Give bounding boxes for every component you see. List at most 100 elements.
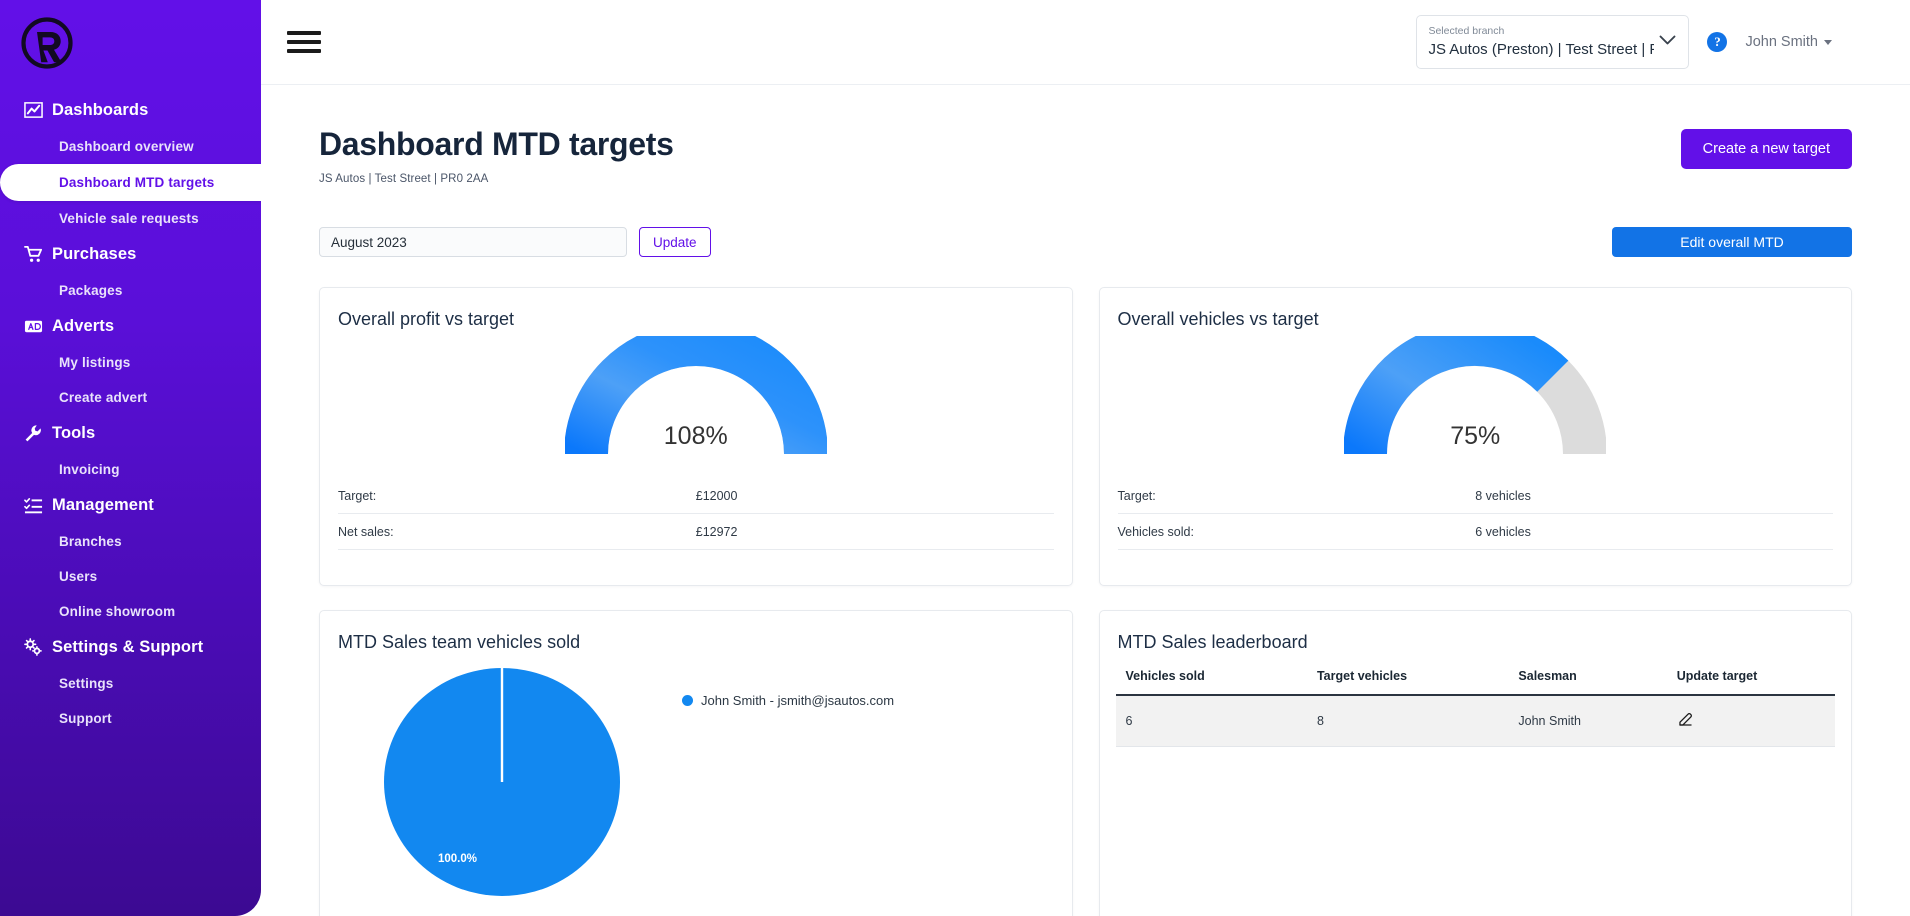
sidebar-group-management: Management bbox=[0, 487, 261, 524]
branch-selector-label: Selected branch bbox=[1428, 25, 1654, 38]
card-title: MTD Sales team vehicles sold bbox=[336, 631, 1056, 653]
branch-selector-value: JS Autos (Preston) | Test Street | PR0 2… bbox=[1428, 40, 1654, 59]
user-menu[interactable]: John Smith bbox=[1745, 34, 1832, 50]
create-target-wrap: Create a new target bbox=[1681, 125, 1852, 169]
sidebar-item-users[interactable]: Users bbox=[0, 559, 261, 594]
leaderboard-table: Vehicles sold Target vehicles Salesman U… bbox=[1116, 669, 1836, 747]
sidebar-item-create-advert[interactable]: Create advert bbox=[0, 380, 261, 415]
leaderboard-body: 6 8 John Smith bbox=[1116, 695, 1836, 747]
hamburger-icon[interactable] bbox=[287, 28, 321, 56]
month-input[interactable] bbox=[319, 227, 627, 257]
page-header: Dashboard MTD targets JS Autos | Test St… bbox=[319, 125, 1852, 185]
sidebar-item-settings[interactable]: Settings bbox=[0, 666, 261, 701]
main-area: Selected branch JS Autos (Preston) | Tes… bbox=[261, 0, 1910, 916]
page-subtitle: JS Autos | Test Street | PR0 2AA bbox=[319, 173, 674, 185]
vehicles-gauge: 75% bbox=[1116, 336, 1836, 462]
sidebar-item-online-showroom[interactable]: Online showroom bbox=[0, 594, 261, 629]
card-row-team: MTD Sales team vehicles sold 100.0% bbox=[319, 610, 1852, 916]
wrench-icon bbox=[24, 424, 43, 443]
profit-gauge-value: 108% bbox=[336, 422, 1056, 451]
sidebar-group-label: Dashboards bbox=[52, 101, 148, 120]
stat-value: 6 vehicles bbox=[1475, 525, 1833, 539]
chevron-down-icon bbox=[1659, 33, 1676, 51]
branch-selector[interactable]: Selected branch JS Autos (Preston) | Tes… bbox=[1416, 15, 1689, 69]
leaderboard-head: Vehicles sold Target vehicles Salesman U… bbox=[1116, 669, 1836, 695]
caret-down-icon bbox=[1824, 40, 1832, 45]
card-sales-leaderboard: MTD Sales leaderboard Vehicles sold Targ… bbox=[1099, 610, 1853, 916]
column-update-target: Update target bbox=[1677, 669, 1835, 695]
pie-slice-label: 100.0% bbox=[438, 853, 477, 865]
sidebar-item-packages[interactable]: Packages bbox=[0, 273, 261, 308]
sidebar-group-tools: Tools bbox=[0, 415, 261, 452]
pie-holder: 100.0% bbox=[352, 657, 652, 907]
gears-icon bbox=[24, 638, 43, 657]
legend-color-dot bbox=[682, 695, 693, 706]
stat-row: Target: £12000 bbox=[338, 478, 1054, 514]
stat-key: Vehicles sold: bbox=[1118, 525, 1476, 539]
sidebar-item-my-listings[interactable]: My listings bbox=[0, 345, 261, 380]
sidebar-item-vehicle-sale-requests[interactable]: Vehicle sale requests bbox=[0, 201, 261, 236]
vehicles-gauge-value: 75% bbox=[1116, 422, 1836, 451]
table-header-row: Vehicles sold Target vehicles Salesman U… bbox=[1116, 669, 1836, 695]
edit-overall-mtd-button[interactable]: Edit overall MTD bbox=[1612, 227, 1852, 257]
sidebar-group-label: Tools bbox=[52, 424, 95, 443]
logo[interactable] bbox=[0, 0, 261, 86]
card-title: Overall vehicles vs target bbox=[1116, 308, 1836, 330]
card-row-gauges: Overall profit vs target bbox=[319, 287, 1852, 586]
toolbar: Update Edit overall MTD bbox=[319, 227, 1852, 257]
column-salesman: Salesman bbox=[1518, 669, 1676, 695]
card-overall-vehicles: Overall vehicles vs target bbox=[1099, 287, 1853, 586]
stat-key: Target: bbox=[1118, 489, 1476, 503]
help-icon[interactable]: ? bbox=[1707, 32, 1727, 52]
sidebar-group-settings-support: Settings & Support bbox=[0, 629, 261, 666]
user-name: John Smith bbox=[1745, 34, 1818, 50]
sidebar-group-dashboards: Dashboards bbox=[0, 92, 261, 129]
cell-salesman: John Smith bbox=[1518, 695, 1676, 747]
stat-value: £12972 bbox=[696, 525, 1054, 539]
column-target-vehicles: Target vehicles bbox=[1317, 669, 1518, 695]
topbar-right: Selected branch JS Autos (Preston) | Tes… bbox=[1416, 15, 1832, 69]
sidebar-nav: Dashboards Dashboard overview Dashboard … bbox=[0, 86, 261, 736]
sidebar-item-dashboard-mtd-targets[interactable]: Dashboard MTD targets bbox=[0, 164, 261, 201]
stat-key: Net sales: bbox=[338, 525, 696, 539]
update-button[interactable]: Update bbox=[639, 227, 711, 257]
table-row: 6 8 John Smith bbox=[1116, 695, 1836, 747]
sidebar-item-invoicing[interactable]: Invoicing bbox=[0, 452, 261, 487]
sidebar-group-purchases: Purchases bbox=[0, 236, 261, 273]
sales-pie-chart bbox=[375, 662, 629, 902]
cell-update-target bbox=[1677, 695, 1835, 747]
pie-legend: John Smith - jsmith@jsautos.com bbox=[682, 693, 894, 708]
stat-key: Target: bbox=[338, 489, 696, 503]
card-sales-team-vehicles-sold: MTD Sales team vehicles sold 100.0% bbox=[319, 610, 1073, 916]
page-title: Dashboard MTD targets bbox=[319, 125, 674, 163]
content: Dashboard MTD targets JS Autos | Test St… bbox=[261, 85, 1910, 916]
legend-label: John Smith - jsmith@jsautos.com bbox=[701, 693, 894, 708]
sidebar-item-branches[interactable]: Branches bbox=[0, 524, 261, 559]
stat-row: Vehicles sold: 6 vehicles bbox=[1118, 514, 1834, 550]
stat-value: £12000 bbox=[696, 489, 1054, 503]
stat-row: Net sales: £12972 bbox=[338, 514, 1054, 550]
column-vehicles-sold: Vehicles sold bbox=[1116, 669, 1317, 695]
card-title: MTD Sales leaderboard bbox=[1116, 631, 1836, 653]
chart-line-icon bbox=[24, 101, 43, 120]
sidebar-group-adverts: Adverts bbox=[0, 308, 261, 345]
cell-vehicles-sold: 6 bbox=[1116, 695, 1317, 747]
create-new-target-button[interactable]: Create a new target bbox=[1681, 129, 1852, 169]
card-overall-profit: Overall profit vs target bbox=[319, 287, 1073, 586]
sidebar: Dashboards Dashboard overview Dashboard … bbox=[0, 0, 261, 916]
card-title: Overall profit vs target bbox=[336, 308, 1056, 330]
edit-pencil-icon[interactable] bbox=[1677, 711, 1694, 728]
sidebar-group-label: Settings & Support bbox=[52, 638, 203, 657]
sidebar-item-dashboard-overview[interactable]: Dashboard overview bbox=[0, 129, 261, 164]
sidebar-item-support[interactable]: Support bbox=[0, 701, 261, 736]
profit-stats: Target: £12000 Net sales: £12972 bbox=[336, 478, 1056, 550]
cell-target-vehicles: 8 bbox=[1317, 695, 1518, 747]
topbar: Selected branch JS Autos (Preston) | Tes… bbox=[261, 0, 1910, 85]
cards: Overall profit vs target bbox=[319, 287, 1852, 916]
sidebar-group-label: Purchases bbox=[52, 245, 136, 264]
sidebar-group-label: Adverts bbox=[52, 317, 114, 336]
brand-logo-icon bbox=[20, 16, 74, 70]
app-root: Dashboards Dashboard overview Dashboard … bbox=[0, 0, 1910, 916]
ad-icon bbox=[24, 317, 43, 336]
vehicles-stats: Target: 8 vehicles Vehicles sold: 6 vehi… bbox=[1116, 478, 1836, 550]
